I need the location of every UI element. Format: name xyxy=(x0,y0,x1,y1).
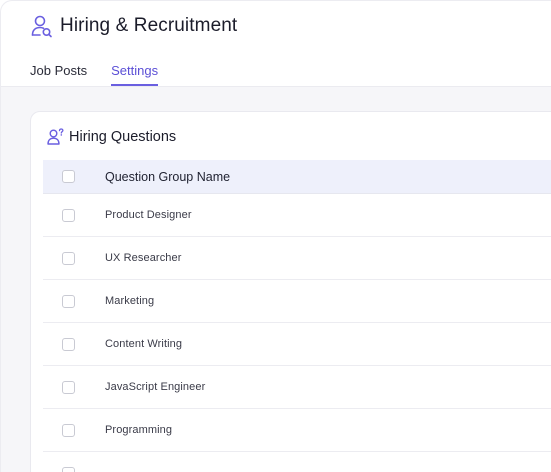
hiring-questions-card: Hiring Questions Question Group Name Pro… xyxy=(30,111,551,472)
page-header: Hiring & Recruitment xyxy=(31,13,237,39)
content-area: Hiring Questions Question Group Name Pro… xyxy=(1,86,551,472)
question-group-name: Marketing xyxy=(105,295,155,307)
table-row[interactable]: Programming xyxy=(43,409,551,452)
row-checkbox[interactable] xyxy=(62,466,75,472)
table-row[interactable] xyxy=(43,452,551,472)
row-checkbox[interactable] xyxy=(62,251,75,265)
card-header: Hiring Questions xyxy=(47,126,176,148)
question-group-name: Content Writing xyxy=(105,338,183,350)
card-title: Hiring Questions xyxy=(69,129,177,145)
table-row[interactable]: Content Writing xyxy=(43,323,551,366)
table-row[interactable]: Product Designer xyxy=(43,194,551,237)
row-checkbox[interactable] xyxy=(62,208,75,222)
row-checkbox[interactable] xyxy=(62,294,75,308)
table-row[interactable]: UX Researcher xyxy=(43,237,551,280)
question-group-name: Programming xyxy=(105,424,173,436)
row-checkbox[interactable] xyxy=(62,380,75,394)
question-group-name: UX Researcher xyxy=(105,252,182,264)
tab-settings[interactable]: Settings xyxy=(111,61,159,86)
row-checkbox[interactable] xyxy=(62,423,75,437)
question-group-name: JavaScript Engineer xyxy=(105,381,206,393)
row-checkbox[interactable] xyxy=(62,337,75,351)
column-header-question-group-name: Question Group Name xyxy=(105,169,231,184)
tab-bar: Job Posts Settings xyxy=(30,61,182,87)
table-row[interactable]: Marketing xyxy=(43,280,551,323)
question-groups-table: Question Group Name Product Designer UX … xyxy=(43,160,551,472)
table-row[interactable]: JavaScript Engineer xyxy=(43,366,551,409)
app-window: Hiring & Recruitment Job Posts Settings … xyxy=(0,0,551,472)
select-all-checkbox[interactable] xyxy=(62,170,75,183)
page-title: Hiring & Recruitment xyxy=(60,15,238,36)
user-search-icon xyxy=(31,14,53,38)
table-header-row: Question Group Name xyxy=(43,160,551,194)
user-question-icon xyxy=(47,128,65,146)
tab-job-posts[interactable]: Job Posts xyxy=(30,61,87,86)
question-group-name: Product Designer xyxy=(105,209,192,221)
